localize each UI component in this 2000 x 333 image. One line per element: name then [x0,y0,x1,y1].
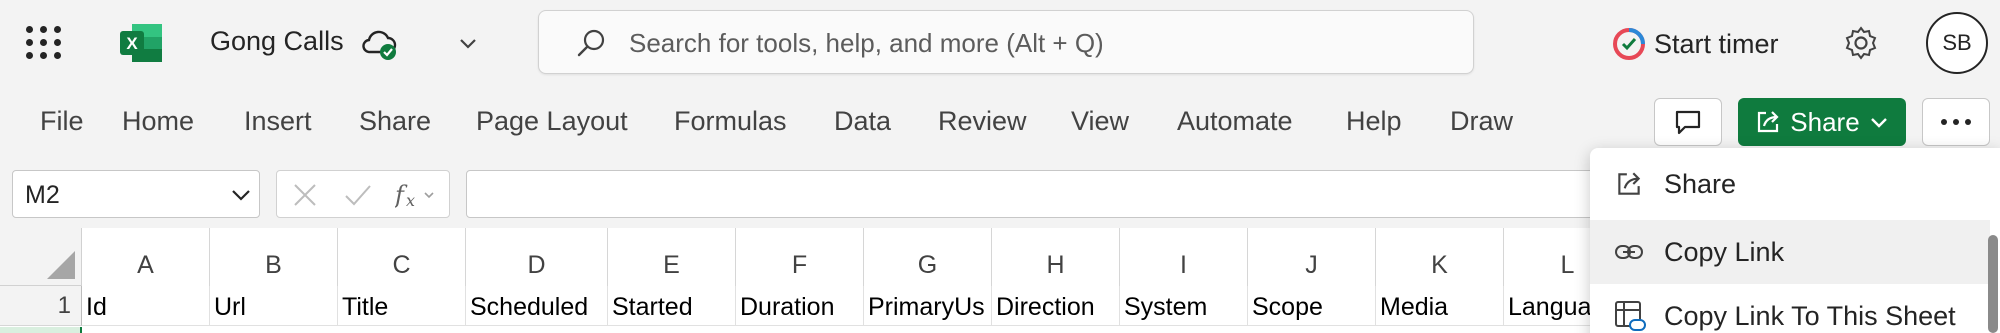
excel-logo-icon: X [120,24,162,62]
cell-e1[interactable]: Started [608,286,736,326]
select-all-corner[interactable] [0,228,82,286]
tab-view[interactable]: View [1071,106,1129,137]
menu-item-label: Copy Link To This Sheet [1664,300,1956,331]
column-header-h[interactable]: H [992,228,1120,286]
comments-button[interactable] [1654,98,1722,146]
start-timer-label: Start timer [1654,28,1779,59]
title-bar: X Gong Calls Search for tools, help, and… [0,0,2000,86]
timer-icon [1613,28,1645,60]
gear-icon[interactable] [1842,24,1880,62]
comment-icon [1675,110,1701,135]
cell-a1[interactable]: Id [82,286,210,326]
cell-c1[interactable]: Title [338,286,466,326]
cell-k1[interactable]: Media [1376,286,1504,326]
tab-share[interactable]: Share [359,106,431,137]
tab-review[interactable]: Review [938,106,1027,137]
share-icon [1618,172,1641,195]
share-button-label: Share [1790,106,1860,137]
menu-item-copy-link[interactable]: Copy Link [1590,220,1990,284]
column-header-b[interactable]: B [210,228,338,286]
share-icon [1758,111,1779,133]
menu-item-copy-link-to-sheet[interactable]: Copy Link To This Sheet [1590,284,1990,333]
tab-draw[interactable]: Draw [1450,106,1513,137]
menu-item-share[interactable]: Share [1590,152,1990,216]
search-placeholder: Search for tools, help, and more (Alt + … [629,28,1104,58]
tab-data[interactable]: Data [834,106,891,137]
tab-file[interactable]: File [40,106,84,137]
column-header-f[interactable]: F [736,228,864,286]
column-header-e[interactable]: E [608,228,736,286]
tab-automate[interactable]: Automate [1177,106,1293,137]
menu-item-label: Copy Link [1664,236,1785,267]
tab-home[interactable]: Home [122,106,194,137]
cell-d1[interactable]: Scheduled [466,286,608,326]
sheet-link-icon [1615,301,1646,331]
cell-i1[interactable]: System [1120,286,1248,326]
select-all-icon [47,251,75,279]
share-button[interactable]: Share [1738,98,1906,146]
menu-item-label: Share [1664,168,1737,199]
cell-h1[interactable]: Direction [992,286,1120,326]
chevron-down-icon [1870,118,1887,128]
menu-scrollbar[interactable] [1988,235,1998,333]
formula-input[interactable] [466,170,1616,218]
insert-function-icon[interactable]: f x [395,181,443,209]
name-box-value: M2 [25,181,60,209]
tab-page-layout[interactable]: Page Layout [476,106,628,137]
app-launcher-icon[interactable] [24,22,64,62]
more-icon [1941,119,1971,125]
chevron-down-icon[interactable] [455,30,481,56]
cell-g1[interactable]: PrimaryUs [864,286,992,326]
enter-check-icon[interactable] [343,181,373,209]
row-header-1[interactable]: 1 [0,286,82,326]
column-header-c[interactable]: C [338,228,466,286]
column-header-i[interactable]: I [1120,228,1248,286]
tab-help[interactable]: Help [1346,106,1402,137]
row-header-2[interactable] [0,327,82,333]
document-title[interactable]: Gong Calls [210,26,344,57]
tab-insert[interactable]: Insert [244,106,312,137]
svg-text:x: x [406,191,415,209]
column-header-g[interactable]: G [864,228,992,286]
chevron-down-icon[interactable] [229,183,253,207]
more-options-button[interactable] [1922,98,1990,146]
search-icon [577,29,605,57]
cell-f1[interactable]: Duration [736,286,864,326]
link-icon [1615,245,1643,259]
formula-actions: f x [276,170,450,218]
cell-j1[interactable]: Scope [1248,286,1376,326]
column-header-d[interactable]: D [466,228,608,286]
user-avatar[interactable]: SB [1926,12,1988,74]
search-box[interactable]: Search for tools, help, and more (Alt + … [538,10,1474,74]
svg-text:X: X [126,34,138,53]
share-menu: Share Copy Link Copy Link To This Sheet [1590,148,2000,333]
start-timer-button[interactable]: Start timer [1612,24,1779,64]
cloud-saved-icon[interactable] [360,26,400,62]
column-header-j[interactable]: J [1248,228,1376,286]
column-header-k[interactable]: K [1376,228,1504,286]
column-header-a[interactable]: A [82,228,210,286]
cell-b1[interactable]: Url [210,286,338,326]
name-box[interactable]: M2 [12,170,260,218]
cancel-icon[interactable] [291,181,319,209]
tab-formulas[interactable]: Formulas [674,106,787,137]
